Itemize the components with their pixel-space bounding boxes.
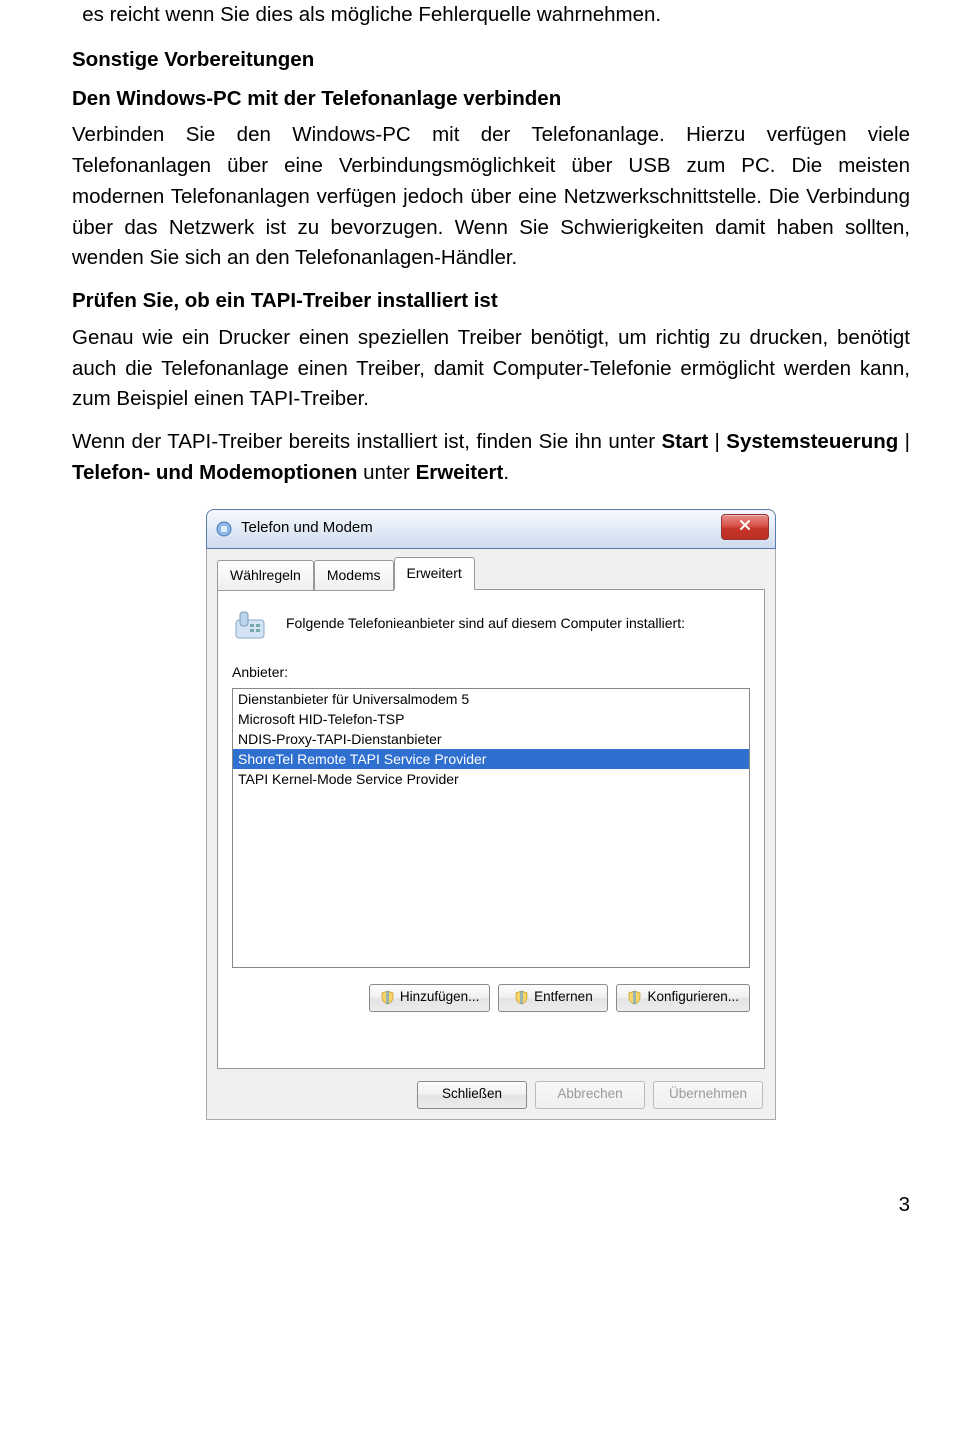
bold-text: Telefon- und Modemoptionen [72,461,357,484]
list-item[interactable]: Microsoft HID-Telefon-TSP [233,709,749,729]
button-label: Abbrechen [557,1084,622,1104]
shield-icon [514,990,529,1005]
add-button[interactable]: Hinzufügen... [369,984,491,1012]
remove-button[interactable]: Entfernen [498,984,608,1012]
button-label: Übernehmen [669,1084,747,1104]
paragraph: Wenn der TAPI-Treiber bereits installier… [72,427,910,489]
bold-text: Erweitert [416,461,504,484]
close-icon [739,516,751,537]
list-item[interactable]: ShoreTel Remote TAPI Service Provider [233,749,749,769]
provider-label: Anbieter: [232,662,750,683]
dialog-body: Wählregeln Modems Erweitert [206,549,776,1120]
tab-erweitert[interactable]: Erweitert [394,557,475,590]
list-item[interactable]: Dienstanbieter für Universalmodem 5 [233,689,749,709]
heading-sonstige-vorbereitungen: Sonstige Vorbereitungen [72,45,910,76]
shield-icon [627,990,642,1005]
button-label: Hinzufügen... [400,987,480,1007]
text: | [708,430,726,453]
paragraph: Genau wie ein Drucker einen speziellen T… [72,323,910,415]
paragraph: es reicht wenn Sie dies als mögliche Feh… [72,0,910,31]
text: . [503,461,509,484]
intro-text: Folgende Telefonieanbieter sind auf dies… [286,613,685,634]
text: unter [357,461,415,484]
close-button[interactable] [721,514,769,540]
apply-button: Übernehmen [653,1081,763,1109]
shield-icon [380,990,395,1005]
telefon-und-modem-dialog: Telefon und Modem Wählregeln Modems Erwe… [206,509,776,1120]
list-item[interactable]: NDIS-Proxy-TAPI-Dienstanbieter [233,729,749,749]
list-item[interactable]: TAPI Kernel-Mode Service Provider [233,769,749,789]
configure-button[interactable]: Konfigurieren... [616,984,750,1012]
close-button[interactable]: Schließen [417,1081,527,1109]
button-label: Konfigurieren... [647,987,739,1007]
dialog-title: Telefon und Modem [241,517,373,540]
text: Wenn der TAPI-Treiber bereits installier… [72,430,661,453]
tab-row: Wählregeln Modems Erweitert [217,557,765,590]
tab-waehlregeln[interactable]: Wählregeln [217,560,314,591]
phone-icon [232,604,272,644]
tab-modems[interactable]: Modems [314,560,394,591]
provider-listbox[interactable]: Dienstanbieter für Universalmodem 5 Micr… [232,688,750,968]
paragraph: Verbinden Sie den Windows-PC mit der Tel… [72,120,910,274]
subheading-tapi-pruefen: Prüfen Sie, ob ein TAPI-Treiber installi… [72,286,910,317]
tab-panel-erweitert: Folgende Telefonieanbieter sind auf dies… [217,589,765,1069]
titlebar[interactable]: Telefon und Modem [206,509,776,549]
bold-text: Systemsteuerung [726,430,898,453]
bold-text: Start [661,430,708,453]
button-label: Schließen [442,1084,502,1104]
page-number: 3 [0,1190,960,1221]
subheading-pc-verbinden: Den Windows-PC mit der Telefonanlage ver… [72,84,910,115]
text: | [898,430,910,453]
button-label: Entfernen [534,987,593,1007]
cancel-button: Abbrechen [535,1081,645,1109]
telefon-modem-icon [215,520,233,538]
